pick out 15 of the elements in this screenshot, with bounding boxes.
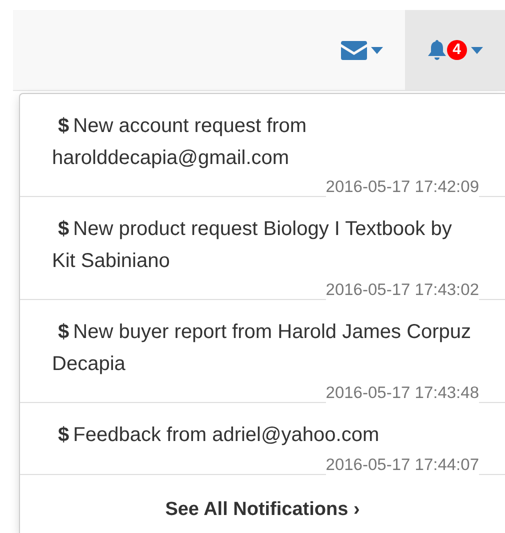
caret-icon: [471, 46, 483, 54]
notification-message: $ New product request Biology I Textbook by Kit Sabiniano: [52, 217, 453, 274]
caret-icon: [370, 46, 383, 54]
envelope-icon: [340, 40, 367, 60]
notification-item[interactable]: $ Feedback from adriel@yahoo.com 2016-05-17 17:44:07: [20, 403, 505, 475]
notification-message: $ New account request from harolddecapia@gmail.com: [52, 114, 308, 171]
notification-message: $ New buyer report from Harold James Corpuz Decapia: [52, 320, 472, 377]
notification-count-badge: 4: [446, 40, 467, 60]
bell-icon: [426, 40, 447, 60]
notification-item[interactable]: $ New account request from harolddecapia@gmail.com 2016-05-17 17:42:09: [20, 94, 505, 197]
see-all-notifications-link[interactable]: See All Notifications ›: [20, 475, 505, 521]
notifications-dropdown-button[interactable]: 4: [404, 10, 505, 90]
notification-item[interactable]: $ New buyer report from Harold James Corpuz Decapia 2016-05-17 17:43:48: [20, 300, 505, 403]
notification-message: $ Feedback from adriel@yahoo.com: [57, 423, 380, 448]
notification-item[interactable]: $ New product request Biology I Textbook by Kit Sabiniano 2016-05-17 17:43:02: [20, 197, 505, 300]
